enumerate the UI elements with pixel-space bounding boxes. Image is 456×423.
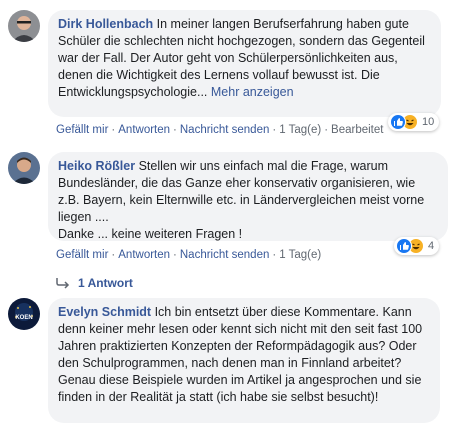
comment-actions: Gefällt mir · Antworten · Nachricht senden · 1… bbox=[56, 249, 322, 261]
comment-bubble: Heiko Rößler Stellen wir uns einfach mal… bbox=[48, 152, 448, 241]
avatar[interactable]: KOEN bbox=[8, 298, 40, 330]
message-button[interactable]: Nachricht senden bbox=[180, 249, 270, 261]
reply-arrow-icon bbox=[56, 278, 70, 289]
avatar-logo-text: KOEN bbox=[15, 315, 32, 321]
avatar[interactable] bbox=[8, 10, 40, 42]
avatar-photo bbox=[8, 10, 40, 42]
reaction-summary[interactable]: 10 bbox=[388, 113, 440, 131]
comment-text-line: Danke ... keine weiteren Fragen ! bbox=[58, 227, 243, 241]
comment-bubble: Evelyn Schmidt Ich bin entsetzt über die… bbox=[48, 298, 440, 423]
like-button[interactable]: Gefällt mir bbox=[56, 249, 108, 261]
timestamp[interactable]: 1 Tag(e) bbox=[279, 124, 321, 136]
edited-label: Bearbeitet bbox=[331, 124, 384, 136]
reaction-summary[interactable]: 4 bbox=[394, 237, 440, 255]
avatar-photo bbox=[8, 152, 40, 184]
comment-text: Ich bin entsetzt über diese Kommentare. … bbox=[58, 305, 423, 404]
reaction-count: 4 bbox=[428, 240, 435, 252]
author-name[interactable]: Dirk Hollenbach bbox=[58, 17, 153, 31]
like-icon bbox=[396, 238, 412, 254]
reaction-count: 10 bbox=[422, 116, 435, 128]
view-replies-link[interactable]: 1 Antwort bbox=[56, 276, 133, 290]
avatar-photo: KOEN bbox=[8, 298, 40, 330]
show-more-link[interactable]: Mehr anzeigen bbox=[211, 85, 294, 99]
like-icon bbox=[390, 114, 406, 130]
avatar[interactable] bbox=[8, 152, 40, 184]
timestamp[interactable]: 1 Tag(e) bbox=[279, 249, 321, 261]
message-button[interactable]: Nachricht senden bbox=[180, 124, 270, 136]
reply-button[interactable]: Antworten bbox=[118, 124, 170, 136]
like-button[interactable]: Gefällt mir bbox=[56, 124, 108, 136]
comment-actions: Gefällt mir · Antworten · Nachricht senden · 1… bbox=[56, 124, 384, 136]
author-name[interactable]: Evelyn Schmidt bbox=[58, 305, 151, 319]
comment-bubble: Dirk Hollenbach In meiner langen Berufse… bbox=[48, 10, 441, 117]
author-name[interactable]: Heiko Rößler bbox=[58, 159, 135, 173]
replies-count: 1 Antwort bbox=[78, 276, 133, 290]
reply-button[interactable]: Antworten bbox=[118, 249, 170, 261]
